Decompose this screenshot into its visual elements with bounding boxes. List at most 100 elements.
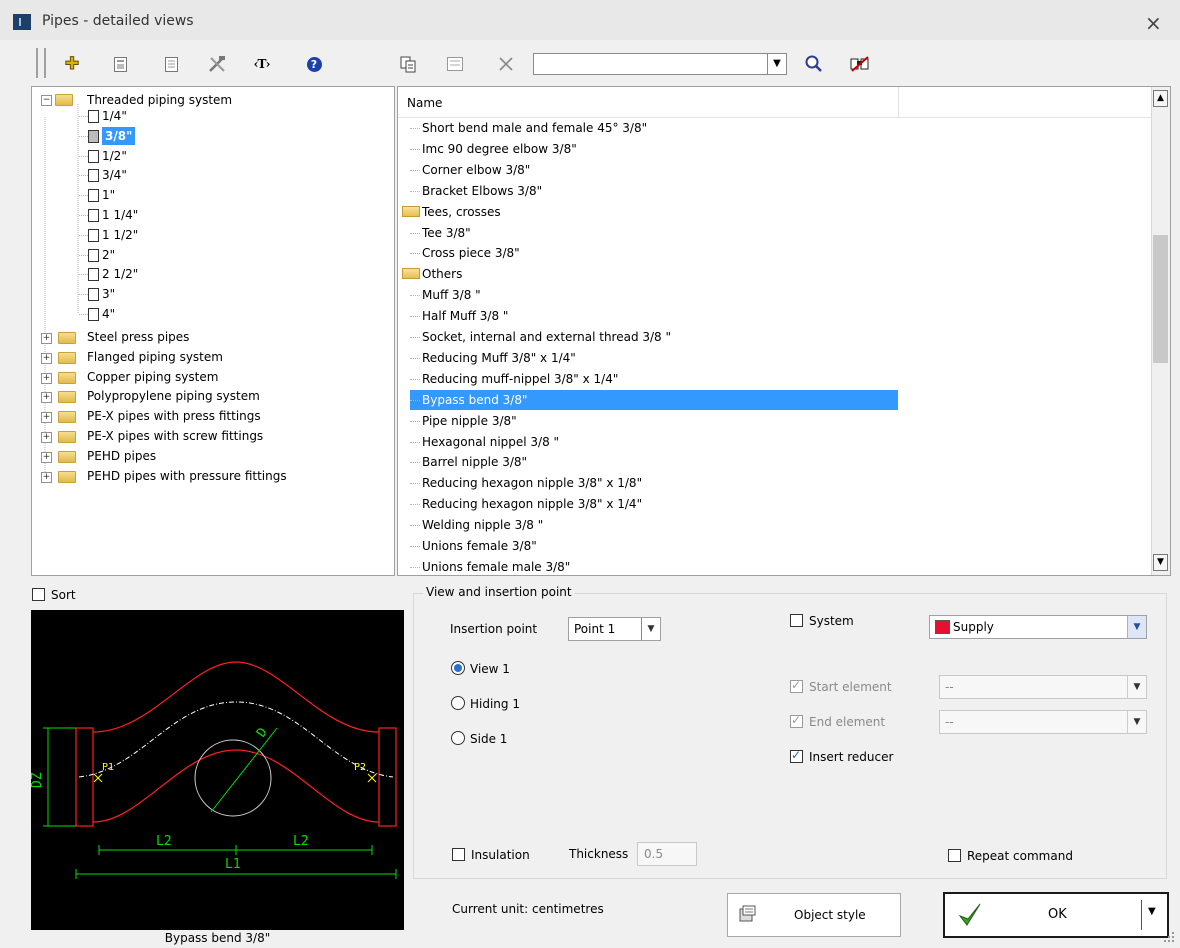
list-item[interactable]: Pipe nipple 3/8" bbox=[410, 411, 898, 431]
add-icon[interactable]: ✚ bbox=[60, 52, 84, 76]
tree-item-size[interactable]: 4" bbox=[102, 305, 115, 323]
scroll-thumb[interactable] bbox=[1153, 235, 1168, 363]
category-tree[interactable]: − Threaded piping system 1/4" 3/8" 1/2" 3/4… bbox=[31, 86, 395, 576]
list-item[interactable]: Bracket Elbows 3/8" bbox=[410, 181, 898, 201]
system-checkbox[interactable] bbox=[790, 614, 803, 627]
list-item-label: Reducing muff-nippel 3/8" x 1/4" bbox=[422, 371, 619, 386]
tree-item-size[interactable]: 2" bbox=[102, 246, 115, 264]
list-item[interactable]: Socket, internal and external thread 3/8… bbox=[410, 327, 898, 347]
end-element-checkbox[interactable] bbox=[790, 713, 803, 728]
repeat-command-checkbox[interactable] bbox=[948, 849, 961, 862]
radio-hiding-1[interactable] bbox=[451, 696, 465, 710]
expand-icon[interactable]: + bbox=[41, 412, 52, 424]
tree-item-size[interactable]: 2 1/2" bbox=[102, 265, 138, 283]
list-item[interactable]: Imc 90 degree elbow 3/8" bbox=[410, 139, 898, 159]
start-element-checkbox[interactable] bbox=[790, 678, 803, 693]
list-item[interactable]: Welding nipple 3/8 " bbox=[410, 515, 898, 535]
tree-item-size[interactable]: 3/4" bbox=[102, 166, 127, 184]
scroll-down-icon[interactable]: ▼ bbox=[1153, 554, 1168, 571]
list-item[interactable]: Reducing hexagon nipple 3/8" x 1/8" bbox=[410, 473, 898, 493]
expand-icon[interactable]: + bbox=[41, 471, 52, 483]
properties-icon[interactable] bbox=[108, 52, 132, 76]
system-select[interactable]: Supply ▼ bbox=[929, 615, 1147, 639]
chevron-down-icon[interactable]: ▼ bbox=[1127, 616, 1146, 638]
card-icon[interactable] bbox=[443, 52, 467, 76]
list-item[interactable]: Unions female 3/8" bbox=[410, 536, 898, 556]
list-item[interactable]: Reducing muff-nippel 3/8" x 1/4" bbox=[410, 369, 898, 389]
column-divider[interactable] bbox=[898, 87, 899, 117]
tree-item-system[interactable]: Flanged piping system bbox=[87, 348, 223, 366]
list-item[interactable]: Hexagonal nippel 3/8 " bbox=[410, 432, 898, 452]
list-item[interactable]: Bypass bend 3/8" bbox=[410, 389, 898, 410]
list-item[interactable]: Half Muff 3/8 " bbox=[410, 306, 898, 326]
list-item[interactable]: Barrel nipple 3/8" bbox=[410, 452, 898, 472]
chevron-down-icon[interactable]: ▼ bbox=[767, 54, 786, 74]
column-header-name[interactable]: Name bbox=[407, 96, 442, 110]
tree-connector bbox=[410, 337, 420, 338]
list-folder[interactable]: Others bbox=[402, 264, 462, 284]
delete-icon[interactable] bbox=[494, 52, 518, 76]
list-item[interactable]: Reducing hexagon nipple 3/8" x 1/4" bbox=[410, 494, 898, 514]
tree-item-size[interactable]: 3" bbox=[102, 285, 115, 303]
copy-icon[interactable] bbox=[397, 52, 421, 76]
tree-item-system[interactable]: PE-X pipes with press fittings bbox=[87, 407, 261, 425]
ok-dropdown-icon[interactable]: ▼ bbox=[1148, 906, 1156, 917]
chevron-down-icon[interactable]: ▼ bbox=[641, 618, 660, 640]
list-folder[interactable]: Tees, crosses bbox=[402, 202, 501, 222]
ok-button[interactable]: OK ▼ bbox=[943, 892, 1169, 938]
list-item[interactable]: Unions female male 3/8" bbox=[410, 557, 898, 575]
tree-item-size[interactable]: 1 1/2" bbox=[102, 226, 138, 244]
list-item[interactable]: Short bend male and female 45° 3/8" bbox=[410, 118, 898, 138]
tree-item-size[interactable]: 1 1/4" bbox=[102, 206, 138, 224]
insert-reducer-checkbox[interactable] bbox=[790, 748, 803, 763]
list-item[interactable]: Muff 3/8 " bbox=[410, 285, 898, 305]
document-icon[interactable] bbox=[159, 52, 183, 76]
find-icon[interactable] bbox=[848, 52, 872, 76]
tree-item-system[interactable]: PEHD pipes with pressure fittings bbox=[87, 467, 287, 485]
list-item[interactable]: Cross piece 3/8" bbox=[410, 243, 898, 263]
tree-item-system[interactable]: Steel press pipes bbox=[87, 328, 189, 346]
tree-item-system[interactable]: PE-X pipes with screw fittings bbox=[87, 427, 263, 445]
tree-item-size[interactable]: 1" bbox=[102, 186, 115, 204]
insulation-checkbox[interactable] bbox=[452, 848, 465, 861]
expand-icon[interactable]: + bbox=[41, 352, 52, 364]
tree-item-system[interactable]: Polypropylene piping system bbox=[87, 387, 260, 405]
collapse-icon[interactable]: − bbox=[41, 95, 52, 106]
toolbar-grip[interactable] bbox=[36, 48, 46, 78]
scroll-up-icon[interactable]: ▲ bbox=[1153, 90, 1168, 107]
tree-item-system[interactable]: PEHD pipes bbox=[87, 447, 156, 465]
expand-icon[interactable]: + bbox=[41, 451, 52, 463]
list-item[interactable]: Corner elbow 3/8" bbox=[410, 160, 898, 180]
radio-view-1[interactable] bbox=[451, 661, 465, 675]
tree-item-size[interactable]: 1/2" bbox=[102, 147, 127, 165]
list-scrollbar[interactable]: ▲ ▼ bbox=[1151, 87, 1170, 575]
parts-list[interactable]: Name Short bend male and female 45° 3/8"… bbox=[397, 86, 1171, 576]
insertion-point-select[interactable]: Point 1 ▼ bbox=[568, 617, 661, 641]
search-icon[interactable] bbox=[802, 52, 826, 76]
end-element-select[interactable]: -- ▼ bbox=[939, 710, 1147, 734]
resize-grip-icon[interactable] bbox=[1160, 928, 1176, 944]
close-icon[interactable]: × bbox=[1145, 11, 1162, 35]
list-item[interactable]: Tee 3/8" bbox=[410, 223, 898, 243]
expand-icon[interactable]: + bbox=[41, 432, 52, 443]
thickness-input[interactable]: 0.5 bbox=[637, 842, 697, 866]
insertion-point-label: Insertion point bbox=[450, 622, 538, 636]
tree-item-size[interactable]: 3/8" bbox=[102, 126, 136, 145]
tree-item-system[interactable]: Copper piping system bbox=[87, 368, 218, 386]
object-style-button[interactable]: Object style bbox=[727, 893, 901, 937]
help-icon[interactable]: ? bbox=[302, 52, 326, 76]
chevron-down-icon[interactable]: ▼ bbox=[1127, 711, 1146, 733]
text-tag-icon[interactable]: ‹T› bbox=[250, 52, 274, 76]
expand-icon[interactable]: + bbox=[41, 372, 52, 384]
tree-item-size[interactable]: 1/4" bbox=[102, 107, 127, 125]
radio-side-1[interactable] bbox=[451, 731, 465, 745]
tools-icon[interactable] bbox=[205, 52, 229, 76]
expand-icon[interactable]: + bbox=[41, 392, 52, 404]
sort-checkbox[interactable] bbox=[32, 588, 45, 601]
start-element-select[interactable]: -- ▼ bbox=[939, 675, 1147, 699]
expand-icon[interactable]: + bbox=[41, 333, 52, 344]
search-combo[interactable]: ▼ bbox=[533, 53, 787, 75]
list-header[interactable]: Name bbox=[398, 87, 1154, 118]
chevron-down-icon[interactable]: ▼ bbox=[1127, 676, 1146, 698]
list-item[interactable]: Reducing Muff 3/8" x 1/4" bbox=[410, 348, 898, 368]
